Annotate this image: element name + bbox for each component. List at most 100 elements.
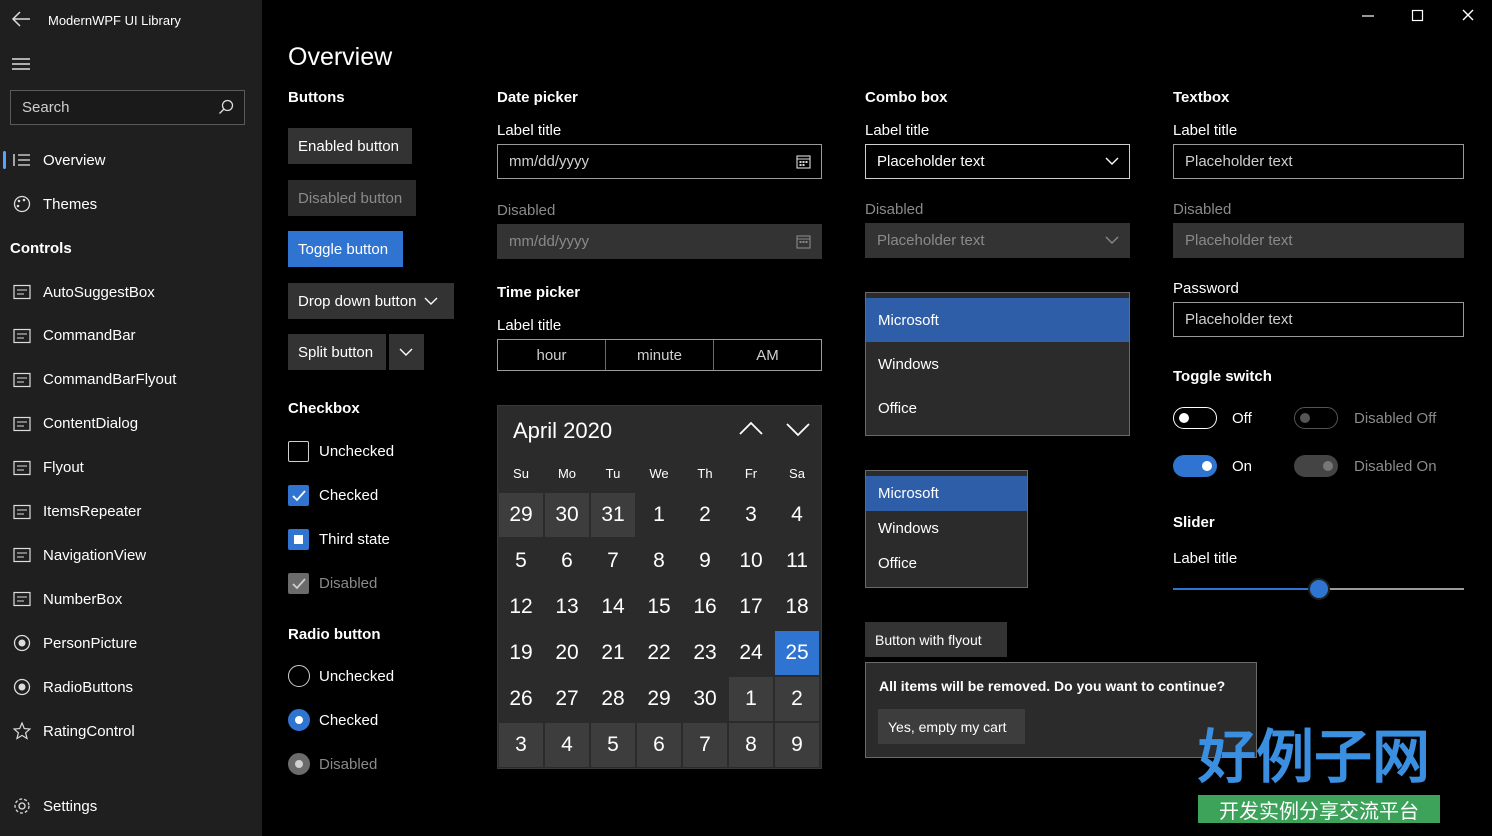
nav-item-themes[interactable]: Themes [0, 184, 262, 224]
calendar-day[interactable]: 15 [637, 585, 681, 629]
calendar-day[interactable]: 16 [683, 585, 727, 629]
nav-item-commandbar[interactable]: CommandBar [0, 316, 262, 356]
nav-item-personpicture[interactable]: PersonPicture [0, 623, 262, 663]
calendar-day[interactable]: 8 [729, 723, 773, 767]
nav-item-flyout[interactable]: Flyout [0, 448, 262, 488]
calendar-day[interactable]: 31 [591, 493, 635, 537]
nav-item-contentdialog[interactable]: ContentDialog [0, 404, 262, 444]
calendar-day[interactable]: 4 [775, 493, 819, 537]
flyout-icon [12, 458, 32, 478]
flyout-button[interactable]: Button with flyout [865, 622, 1007, 657]
nav-item-autosuggestbox[interactable]: AutoSuggestBox [0, 272, 262, 312]
list-item[interactable]: Microsoft [866, 476, 1027, 511]
search-icon[interactable] [218, 99, 234, 115]
nav-item-navigationview[interactable]: NavigationView [0, 535, 262, 575]
checkbox-unchecked[interactable] [288, 441, 309, 462]
calendar-day[interactable]: 19 [499, 631, 543, 675]
nav-item-radiobuttons[interactable]: RadioButtons [0, 667, 262, 707]
maximize-button[interactable] [1406, 6, 1430, 26]
calendar-day[interactable]: 12 [499, 585, 543, 629]
calendar-day[interactable]: 9 [683, 539, 727, 583]
ampm-field[interactable]: AM [714, 340, 821, 370]
back-arrow-icon[interactable] [10, 8, 32, 30]
calendar-day[interactable]: 11 [775, 539, 819, 583]
calendar-day[interactable]: 9 [775, 723, 819, 767]
text-box[interactable]: Placeholder text [1173, 144, 1464, 179]
confirm-button[interactable]: Yes, empty my cart [878, 709, 1025, 744]
list-item[interactable]: Windows [866, 342, 1129, 386]
time-picker[interactable]: hour minute AM [497, 339, 822, 371]
calendar-day[interactable]: 6 [545, 539, 589, 583]
chevron-up-icon[interactable] [738, 420, 764, 438]
nav-item-numberbox[interactable]: NumberBox [0, 579, 262, 619]
calendar-day[interactable]: 27 [545, 677, 589, 721]
list-item[interactable]: Office [866, 546, 1027, 581]
calendar-icon[interactable] [796, 154, 811, 169]
combo-box[interactable]: Placeholder text [865, 144, 1130, 179]
calendar-day[interactable]: 2 [775, 677, 819, 721]
calendar-day[interactable]: 8 [637, 539, 681, 583]
list-item[interactable]: Windows [866, 511, 1027, 546]
calendar-day[interactable]: 1 [637, 493, 681, 537]
calendar-day[interactable]: 22 [637, 631, 681, 675]
calendar-day[interactable]: 6 [637, 723, 681, 767]
calendar-day[interactable]: 30 [683, 677, 727, 721]
calendar-day[interactable]: 13 [545, 585, 589, 629]
date-picker-input[interactable]: mm/dd/yyyy [497, 144, 822, 179]
dropdown-button[interactable]: Drop down button [288, 283, 454, 319]
hamburger-menu-icon[interactable] [10, 54, 32, 74]
split-button-dropdown[interactable] [389, 334, 424, 370]
nav-item-overview[interactable]: Overview [0, 140, 262, 180]
calendar-day[interactable]: 26 [499, 677, 543, 721]
calendar-day[interactable]: 1 [729, 677, 773, 721]
toggle-button[interactable]: Toggle button [288, 231, 403, 267]
checkbox-checked[interactable] [288, 485, 309, 506]
radio-checked[interactable] [288, 709, 310, 731]
calendar-day[interactable]: 20 [545, 631, 589, 675]
minute-field[interactable]: minute [606, 340, 714, 370]
calendar-day[interactable]: 5 [499, 539, 543, 583]
calendar-day[interactable]: 29 [499, 493, 543, 537]
toggle-switch-on[interactable] [1173, 455, 1217, 477]
password-box[interactable]: Placeholder text [1173, 302, 1464, 337]
password-placeholder: Placeholder text [1185, 311, 1293, 328]
calendar-day[interactable]: 30 [545, 493, 589, 537]
calendar-day[interactable]: 5 [591, 723, 635, 767]
calendar-day[interactable]: 23 [683, 631, 727, 675]
calendar-day[interactable]: 3 [499, 723, 543, 767]
chevron-down-icon[interactable] [785, 420, 811, 438]
chevron-down-icon [399, 348, 413, 356]
nav-item-commandbarflyout[interactable]: CommandBarFlyout [0, 360, 262, 400]
calendar-month-title[interactable]: April 2020 [513, 418, 612, 444]
radio-unchecked[interactable] [288, 665, 310, 687]
calendar-day[interactable]: 2 [683, 493, 727, 537]
calendar-day[interactable]: 21 [591, 631, 635, 675]
calendar-day[interactable]: 29 [637, 677, 681, 721]
calendar-day[interactable]: 18 [775, 585, 819, 629]
calendar-day[interactable]: 10 [729, 539, 773, 583]
calendar-day[interactable]: 28 [591, 677, 635, 721]
nav-item-ratingcontrol[interactable]: RatingControl [0, 711, 262, 751]
enabled-button[interactable]: Enabled button [288, 128, 412, 164]
slider[interactable] [1173, 578, 1464, 600]
split-button[interactable]: Split button [288, 334, 386, 370]
checkbox-third-state[interactable] [288, 529, 309, 550]
nav-item-settings[interactable]: Settings [0, 786, 262, 826]
calendar-day[interactable]: 14 [591, 585, 635, 629]
close-button[interactable] [1456, 6, 1480, 26]
toggle-switch-off[interactable] [1173, 407, 1217, 429]
list-item[interactable]: Office [866, 386, 1129, 430]
calendar-day[interactable]: 4 [545, 723, 589, 767]
minimize-button[interactable] [1356, 6, 1380, 26]
hour-field[interactable]: hour [498, 340, 606, 370]
calendar-day[interactable]: 17 [729, 585, 773, 629]
slider-thumb[interactable] [1307, 578, 1330, 600]
calendar-day[interactable]: 7 [591, 539, 635, 583]
calendar-day[interactable]: 25 [775, 631, 819, 675]
calendar-day[interactable]: 24 [729, 631, 773, 675]
list-item[interactable]: Microsoft [866, 298, 1129, 342]
calendar-day[interactable]: 7 [683, 723, 727, 767]
search-input[interactable]: Search [10, 90, 245, 125]
nav-item-itemsrepeater[interactable]: ItemsRepeater [0, 492, 262, 532]
calendar-day[interactable]: 3 [729, 493, 773, 537]
